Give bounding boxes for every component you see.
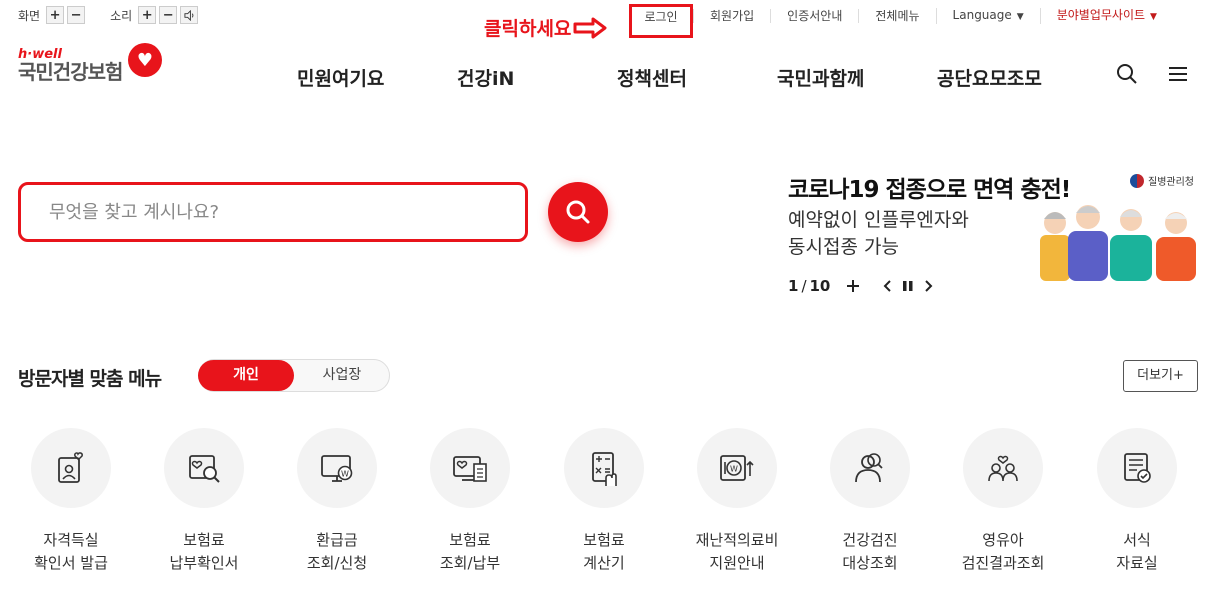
- tab-personal[interactable]: 개인: [198, 360, 294, 391]
- cert-guide-link[interactable]: 인증서안내: [770, 9, 858, 23]
- menu-item-label-line1: 보험료: [183, 531, 225, 549]
- login-highlight-box: [629, 4, 693, 38]
- more-button[interactable]: 더보기+: [1123, 360, 1198, 392]
- caret-down-icon: ▼: [1016, 12, 1024, 22]
- menu-item-infant-checkup[interactable]: 영유아 검진결과조회: [943, 428, 1063, 572]
- menu-item-catastrophic[interactable]: W 재난적의료비 지원안내: [677, 428, 797, 572]
- menu-item-label-line1: 자격득실: [43, 531, 99, 549]
- caret-down-icon: ▼: [1150, 12, 1157, 22]
- heart-logo-icon: ♥: [128, 43, 162, 77]
- zoom-in-button[interactable]: +: [46, 6, 65, 24]
- slide-total: 10: [809, 277, 831, 295]
- banner-title[interactable]: 코로나19 접종으로 면역 충전!: [788, 170, 1071, 204]
- chevron-left-icon[interactable]: [882, 279, 892, 293]
- nav-item-about[interactable]: 공단요모조모: [937, 64, 1042, 91]
- utility-nav: x 회원가입 인증서안내 전체메뉴 Language▼ 분야별업무사이트▼: [629, 8, 1173, 24]
- menu-item-label-line2: 자료실: [1116, 554, 1158, 572]
- menu-item-label-line1: 보험료: [449, 531, 491, 549]
- zoom-out-button[interactable]: −: [67, 6, 86, 24]
- annotation-text: 클릭하세요: [484, 18, 572, 40]
- chevron-right-icon[interactable]: [924, 279, 934, 293]
- menu-item-eligibility[interactable]: 자격득실 확인서 발급: [11, 428, 131, 572]
- elderly-group-illustration: [1040, 205, 1196, 281]
- banner-subtitle-line1: 예약없이 인플루엔자와: [788, 209, 969, 231]
- signup-link[interactable]: 회원가입: [693, 9, 770, 23]
- banner-subtitle-line2: 동시접종 가능: [788, 236, 899, 258]
- arrow-right-icon: [573, 17, 607, 38]
- menu-item-label-line1: 영유아: [982, 531, 1024, 549]
- search-icon: [566, 200, 590, 224]
- search-box: [18, 182, 528, 242]
- click-here-annotation: 클릭하세요: [484, 14, 607, 41]
- visitor-menu-title: 방문자별 맞춤 메뉴: [18, 368, 162, 390]
- screen-label: 화면: [18, 8, 41, 23]
- id-card-heart-icon: [31, 428, 111, 508]
- accessibility-controls: 화면 + − 소리 + −: [18, 6, 223, 24]
- menu-item-label-line2: 지원안내: [709, 554, 765, 572]
- calculator-hand-icon: [564, 428, 644, 508]
- field-sites-select[interactable]: 분야별업무사이트 ▼: [1039, 8, 1173, 24]
- speaker-icon[interactable]: [180, 6, 199, 24]
- search-icon[interactable]: [1115, 62, 1139, 86]
- language-label: Language: [952, 8, 1012, 22]
- all-menu-link[interactable]: 전체메뉴: [858, 9, 935, 23]
- slide-separator: /: [801, 277, 807, 295]
- menu-item-label-line1: 재난적의료비: [695, 531, 779, 549]
- logo-name: 국민건강보험: [18, 60, 123, 84]
- nav-item-policy[interactable]: 정책센터: [617, 64, 687, 91]
- banner-slide-controls: 1 / 10: [788, 277, 934, 295]
- menu-item-calculator[interactable]: 보험료 계산기: [544, 428, 664, 572]
- svg-text:W: W: [730, 465, 738, 474]
- search-input[interactable]: [21, 185, 525, 239]
- monitor-document-icon: [430, 428, 510, 508]
- menu-item-label-line2: 납부확인서: [169, 554, 239, 572]
- tab-business[interactable]: 사업장: [295, 360, 389, 391]
- menu-item-payment-cert[interactable]: 보험료 납부확인서: [144, 428, 264, 572]
- sound-label: 소리: [110, 8, 133, 23]
- menu-item-label-line2: 조회/납부: [439, 554, 501, 572]
- family-heart-icon: [963, 428, 1043, 508]
- menu-item-label-line2: 계산기: [583, 554, 625, 572]
- nav-item-civil[interactable]: 민원여기요: [297, 64, 384, 91]
- volume-up-button[interactable]: +: [138, 6, 157, 24]
- screen-zoom-group: 화면 + −: [18, 6, 88, 24]
- field-sites-label: 분야별업무사이트: [1056, 8, 1146, 22]
- menu-item-label-line2: 대상조회: [842, 554, 898, 572]
- menu-item-checkup-target[interactable]: 건강검진 대상조회: [810, 428, 930, 572]
- menu-item-refund[interactable]: W 환급금 조회/신청: [277, 428, 397, 572]
- agency-logo: 질병관리청: [1130, 173, 1194, 188]
- taegeuk-emblem-icon: [1130, 173, 1144, 188]
- pause-icon[interactable]: [902, 279, 914, 293]
- document-check-icon: [1097, 428, 1177, 508]
- menu-item-premium-pay[interactable]: 보험료 조회/납부: [410, 428, 530, 572]
- plus-icon[interactable]: [846, 279, 860, 293]
- person-search-icon: [830, 428, 910, 508]
- search-button[interactable]: [548, 182, 608, 242]
- menu-item-label-line1: 환급금: [316, 531, 358, 549]
- svg-text:W: W: [341, 470, 349, 479]
- nav-item-health[interactable]: 건강iN: [457, 64, 514, 91]
- nav-item-together[interactable]: 국민과함께: [777, 64, 864, 91]
- language-select[interactable]: Language ▼: [935, 8, 1040, 24]
- heart-search-icon: [164, 428, 244, 508]
- menu-item-label-line1: 서식: [1123, 531, 1151, 549]
- volume-down-button[interactable]: −: [159, 6, 178, 24]
- slide-current: 1: [788, 277, 799, 295]
- hamburger-menu-icon[interactable]: [1167, 62, 1189, 86]
- menu-item-label-line2: 검진결과조회: [961, 554, 1045, 572]
- page: 화면 + − 소리 + − x 회원가입 인증서안내 전체메뉴 Language…: [0, 0, 1210, 603]
- menu-item-label-line1: 보험료: [583, 531, 625, 549]
- visitor-type-toggle: 개인 사업장: [198, 359, 390, 392]
- menu-item-forms[interactable]: 서식 자료실: [1077, 428, 1197, 572]
- monitor-won-icon: W: [297, 428, 377, 508]
- sound-group: 소리 + −: [110, 6, 201, 24]
- agency-name: 질병관리청: [1148, 177, 1194, 188]
- logo[interactable]: h·well 국민건강보험 ♥: [18, 43, 162, 84]
- safe-won-icon: W: [697, 428, 777, 508]
- menu-item-label-line1: 건강검진: [842, 531, 898, 549]
- menu-item-label-line2: 조회/신청: [306, 554, 368, 572]
- menu-item-label-line2: 확인서 발급: [34, 554, 108, 572]
